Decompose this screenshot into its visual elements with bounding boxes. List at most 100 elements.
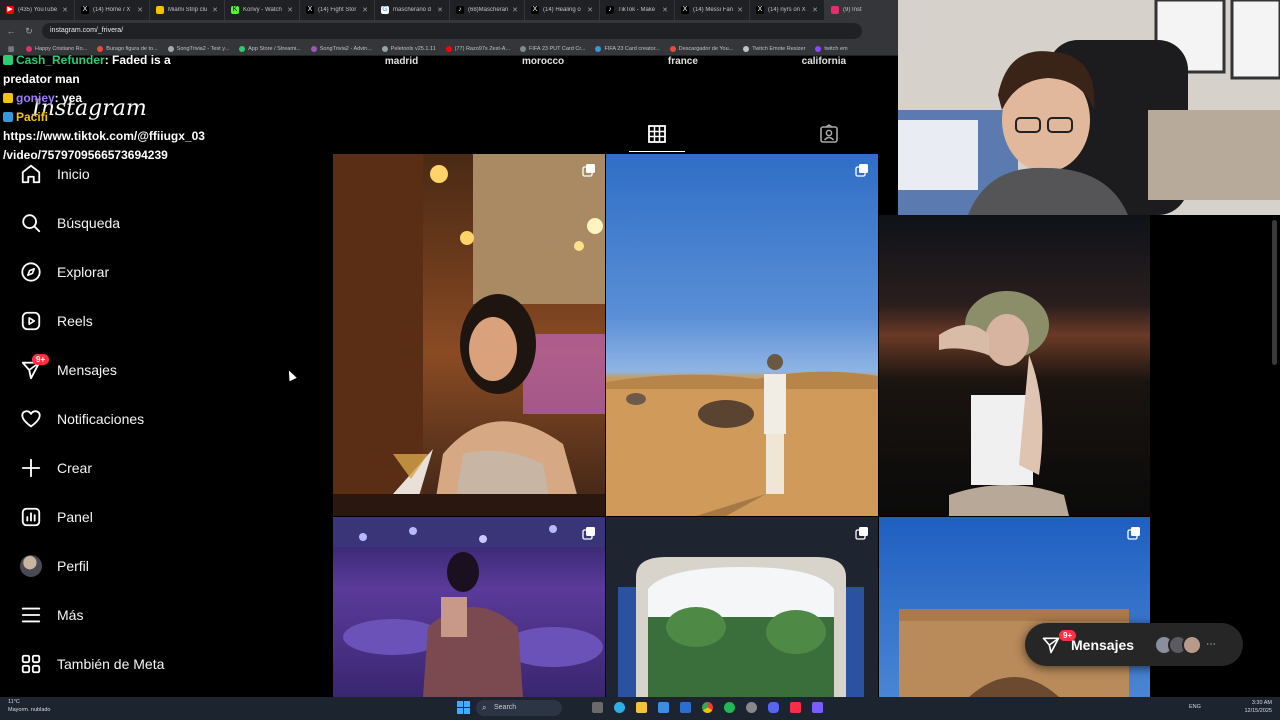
task-view-icon[interactable] [592, 702, 603, 713]
bookmark[interactable]: SongTrivia2 - Advin... [310, 45, 372, 52]
edge-icon[interactable] [614, 702, 625, 713]
close-icon[interactable]: ✕ [362, 6, 368, 14]
browser-tab[interactable]: X (14) Fight Stor ✕ [300, 0, 375, 20]
chat-username: Pacifi [16, 110, 49, 124]
weather-widget[interactable]: 11°C Mayorm. nublado [8, 698, 51, 714]
sidebar-item-mas[interactable]: Más [20, 601, 270, 629]
highlight-label[interactable]: california [802, 56, 846, 68]
sidebar-item-notificaciones[interactable]: Notificaciones [20, 405, 270, 433]
browser-tab[interactable]: ♪ TikTok - Make ✕ [600, 0, 675, 20]
sidebar-item-crear[interactable]: Crear [20, 454, 270, 482]
close-icon[interactable]: ✕ [512, 6, 518, 14]
sidebar-item-label: Panel [57, 509, 93, 525]
spotify-icon[interactable] [724, 702, 735, 713]
post-thumbnail[interactable] [879, 517, 1150, 697]
close-icon[interactable]: ✕ [737, 6, 743, 14]
close-icon[interactable]: ✕ [437, 6, 443, 14]
sidebar-item-label: Búsqueda [57, 215, 121, 231]
reload-icon[interactable]: ↻ [24, 26, 34, 37]
bookmark-icon [815, 45, 822, 52]
game-icon[interactable] [746, 702, 757, 713]
bookmark[interactable]: Descargador de You... [669, 45, 733, 52]
chat-message: gonjey: yea [3, 89, 233, 108]
close-icon[interactable]: ✕ [662, 6, 668, 14]
webcam-overlay [898, 0, 1280, 215]
browser-tab[interactable]: Gmascherano d ✕ [375, 0, 450, 20]
sidebar-item-mensajes[interactable]: 9+ Mensajes [20, 354, 270, 384]
bookmark[interactable]: Twitch Emote Resizer [743, 45, 805, 52]
browser-tab[interactable]: ♪ (68)Mascheran ✕ [450, 0, 525, 20]
tagged-icon[interactable] [819, 124, 839, 144]
browser-tab[interactable]: X (14) Messi Fan ✕ [675, 0, 750, 20]
sidebar-item-reels[interactable]: Reels [20, 307, 270, 335]
browser-tab[interactable]: Miami Strip clu ✕ [150, 0, 225, 20]
system-clock[interactable]: 3:30 AM 12/15/2025 [1244, 699, 1272, 715]
teams-icon[interactable] [812, 702, 823, 713]
badge-icon [3, 112, 13, 122]
sidebar-item-perfil[interactable]: Perfil [20, 552, 270, 580]
folder-icon [156, 6, 164, 14]
close-icon[interactable]: ✕ [587, 6, 593, 14]
photo-kasbah [899, 609, 1129, 697]
home-icon [21, 164, 41, 184]
mail-icon[interactable] [658, 702, 669, 713]
x-icon: X [681, 6, 689, 14]
sidebar-item-label: Reels [57, 313, 93, 329]
mouse-cursor [285, 368, 297, 382]
browser-tab-active[interactable]: (9) Inst [825, 0, 900, 20]
sidebar-item-label: Explorar [57, 264, 110, 280]
highlight-label[interactable]: morocco [522, 56, 564, 68]
post-thumbnail[interactable] [333, 517, 605, 697]
browser-tab[interactable]: X (14) Home / X ✕ [75, 0, 150, 20]
x-icon: X [81, 6, 89, 14]
chat-message: Pacifi [3, 108, 233, 127]
language-indicator[interactable]: ENG [1189, 704, 1201, 710]
bookmark[interactable]: FIFA 23 PUT Card Cr... [519, 45, 585, 52]
taskbar-search[interactable]: ⌕ Search [476, 700, 562, 716]
bookmark[interactable]: Peletools v25.1.11 [381, 45, 436, 52]
chrome-icon[interactable] [702, 702, 713, 713]
close-icon[interactable]: ✕ [137, 6, 143, 14]
sidebar-item-explorar[interactable]: Explorar [20, 258, 270, 286]
post-thumbnail[interactable] [333, 154, 605, 516]
browser-tab[interactable]: X (14) nyrs on X ✕ [750, 0, 825, 20]
grid-icon[interactable] [647, 124, 667, 144]
close-icon[interactable]: ✕ [812, 6, 818, 14]
music-icon[interactable] [790, 702, 801, 713]
sidebar-item-label: También de Meta [57, 656, 165, 672]
file-explorer-icon[interactable] [636, 702, 647, 713]
browser-tab[interactable]: X (14) Healing o ✕ [525, 0, 600, 20]
close-icon[interactable]: ✕ [62, 6, 68, 14]
kick-icon: K [231, 6, 239, 14]
windows-start-icon[interactable] [457, 701, 470, 714]
bookmark[interactable]: (77) Razo97s Zest-A... [445, 45, 510, 52]
meta-apps-icon [21, 654, 41, 674]
highlight-label[interactable]: madrid [385, 56, 418, 68]
close-icon[interactable]: ✕ [212, 6, 218, 14]
story-highlights: madrid morocco france california [333, 56, 898, 68]
post-thumbnail[interactable] [606, 154, 878, 516]
highlight-label[interactable]: france [668, 56, 698, 68]
browser-tab[interactable]: ▶ (435) YouTube ✕ [0, 0, 75, 20]
photo-restaurant [333, 154, 605, 516]
bookmark[interactable]: FIFA 23 Card creator... [595, 45, 660, 52]
post-thumbnail[interactable] [606, 517, 878, 697]
close-icon[interactable]: ✕ [287, 6, 293, 14]
post-thumbnail[interactable] [879, 215, 1150, 516]
carousel-icon [855, 164, 868, 177]
bookmark[interactable]: twitch em [815, 45, 848, 52]
store-icon[interactable] [680, 702, 691, 713]
discord-icon[interactable] [768, 702, 779, 713]
sidebar-item-tambien-de-meta[interactable]: También de Meta [20, 650, 270, 678]
bookmark[interactable]: App Store / Streami... [239, 45, 301, 52]
browser-tab[interactable]: K Konvy - Watch ✕ [225, 0, 300, 20]
more-icon[interactable]: ⋯ [1206, 639, 1216, 650]
sidebar-item-busqueda[interactable]: Búsqueda [20, 209, 270, 237]
back-icon[interactable]: ← [6, 26, 16, 36]
x-icon: X [531, 6, 539, 14]
tiktok-icon: ♪ [606, 6, 614, 14]
url-input[interactable]: instagram.com/_frivera/ [42, 23, 862, 39]
scrollbar-thumb[interactable] [1272, 220, 1277, 365]
messages-floating-button[interactable]: 9+ Mensajes ⋯ [1025, 623, 1243, 666]
sidebar-item-panel[interactable]: Panel [20, 503, 270, 531]
